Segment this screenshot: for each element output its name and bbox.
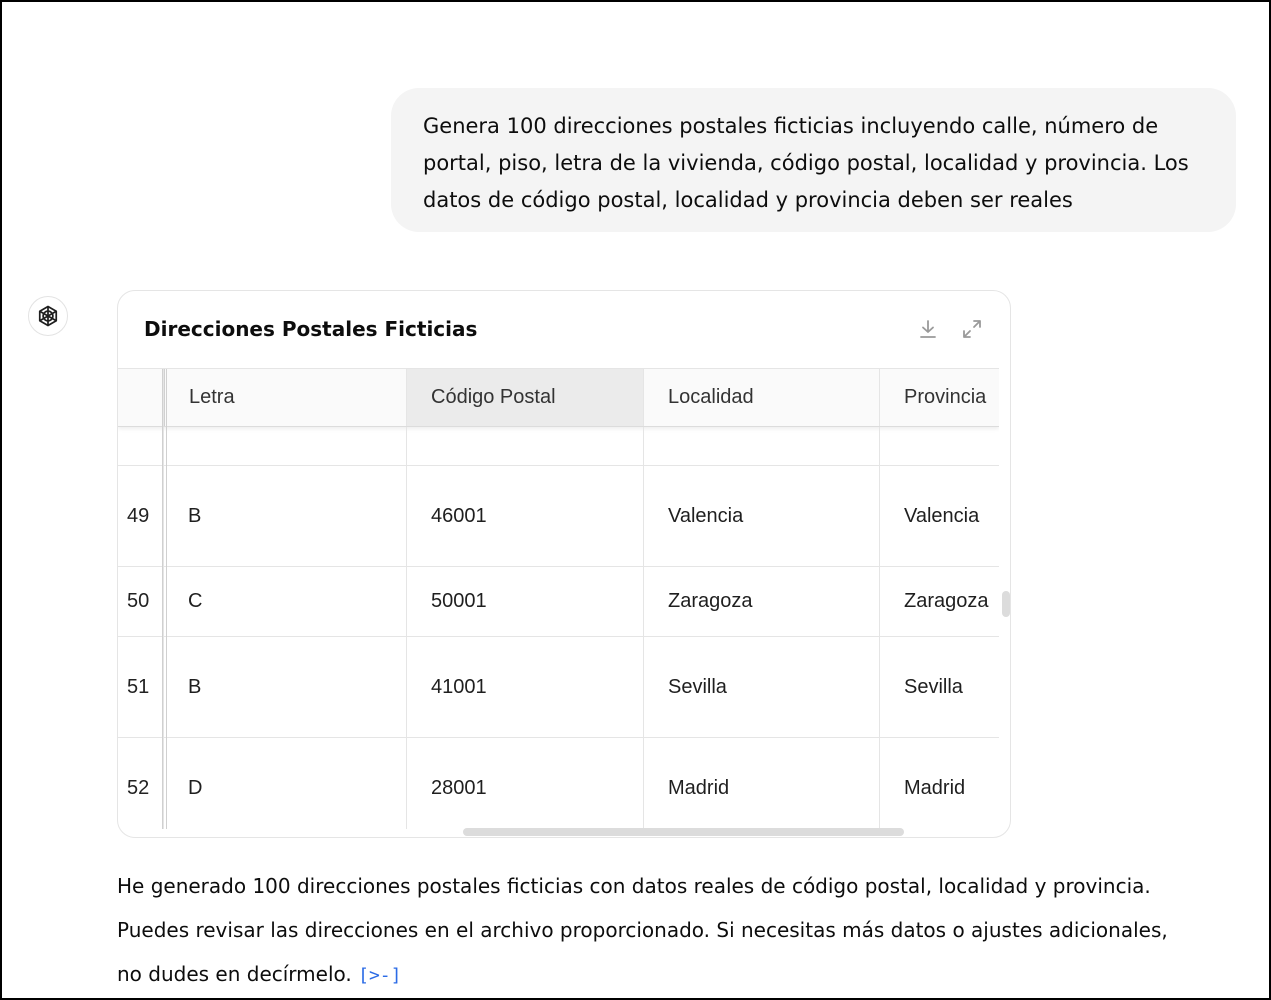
row-index: 50 bbox=[118, 567, 164, 636]
cell-letra[interactable]: C bbox=[164, 567, 407, 636]
cell-localidad[interactable]: Zaragoza bbox=[644, 567, 880, 636]
table-row[interactable]: 51 B 41001 Sevilla Sevilla bbox=[118, 637, 999, 738]
column-header-letra[interactable]: Letra bbox=[164, 369, 407, 426]
cell-localidad[interactable]: Sevilla bbox=[644, 637, 880, 737]
vertical-scrollbar[interactable] bbox=[1002, 591, 1010, 617]
cell-localidad[interactable]: Madrid bbox=[644, 738, 880, 829]
cell-provincia[interactable]: Valencia bbox=[880, 466, 999, 566]
table-header-row: Letra Código Postal Localidad Provincia bbox=[118, 369, 999, 427]
cell-letra[interactable]: D bbox=[164, 738, 407, 829]
code-source-link[interactable]: [>-] bbox=[358, 965, 401, 986]
row-index: 51 bbox=[118, 637, 164, 737]
cell-letra[interactable]: B bbox=[164, 466, 407, 566]
cell-codigo-postal[interactable]: 46001 bbox=[407, 466, 644, 566]
column-header-codigo-postal[interactable]: Código Postal bbox=[407, 369, 644, 426]
table-row[interactable]: 50 C 50001 Zaragoza Zaragoza bbox=[118, 567, 999, 637]
horizontal-scrollbar[interactable] bbox=[463, 828, 904, 836]
cell-codigo-postal[interactable]: 50001 bbox=[407, 567, 644, 636]
frozen-column-divider bbox=[162, 369, 163, 829]
cell-localidad[interactable]: Valencia bbox=[644, 466, 880, 566]
table-row[interactable]: 49 B 46001 Valencia Valencia bbox=[118, 466, 999, 567]
cell-provincia[interactable]: Madrid bbox=[880, 738, 999, 829]
user-message-bubble: Genera 100 direcciones postales ficticia… bbox=[391, 88, 1236, 232]
data-grid[interactable]: Letra Código Postal Localidad Provincia … bbox=[118, 368, 999, 829]
row-index: 52 bbox=[118, 738, 164, 829]
expand-icon[interactable] bbox=[960, 317, 984, 341]
cell-provincia[interactable]: Sevilla bbox=[880, 637, 999, 737]
table-actions bbox=[916, 317, 984, 341]
openai-logo-icon bbox=[38, 305, 58, 327]
assistant-reply: He generado 100 direcciones postales fic… bbox=[117, 864, 1197, 998]
column-header-localidad[interactable]: Localidad bbox=[644, 369, 880, 426]
assistant-reply-text: He generado 100 direcciones postales fic… bbox=[117, 874, 1168, 986]
table-row-partial bbox=[118, 427, 999, 466]
cell-letra[interactable]: B bbox=[164, 637, 407, 737]
user-message-text: Genera 100 direcciones postales ficticia… bbox=[423, 114, 1189, 212]
column-header-provincia[interactable]: Provincia bbox=[880, 369, 999, 426]
index-header-cell bbox=[118, 369, 164, 426]
cell-codigo-postal[interactable]: 41001 bbox=[407, 637, 644, 737]
table-row[interactable]: 52 D 28001 Madrid Madrid bbox=[118, 738, 999, 829]
cell-provincia[interactable]: Zaragoza bbox=[880, 567, 999, 636]
download-icon[interactable] bbox=[916, 317, 940, 341]
table-title: Direcciones Postales Ficticias bbox=[144, 317, 478, 341]
cell-codigo-postal[interactable]: 28001 bbox=[407, 738, 644, 829]
table-card: Direcciones Postales Ficticias Letra Cód… bbox=[117, 290, 1011, 838]
row-index: 49 bbox=[118, 466, 164, 566]
frozen-column-divider bbox=[166, 369, 167, 829]
assistant-avatar bbox=[28, 296, 68, 336]
